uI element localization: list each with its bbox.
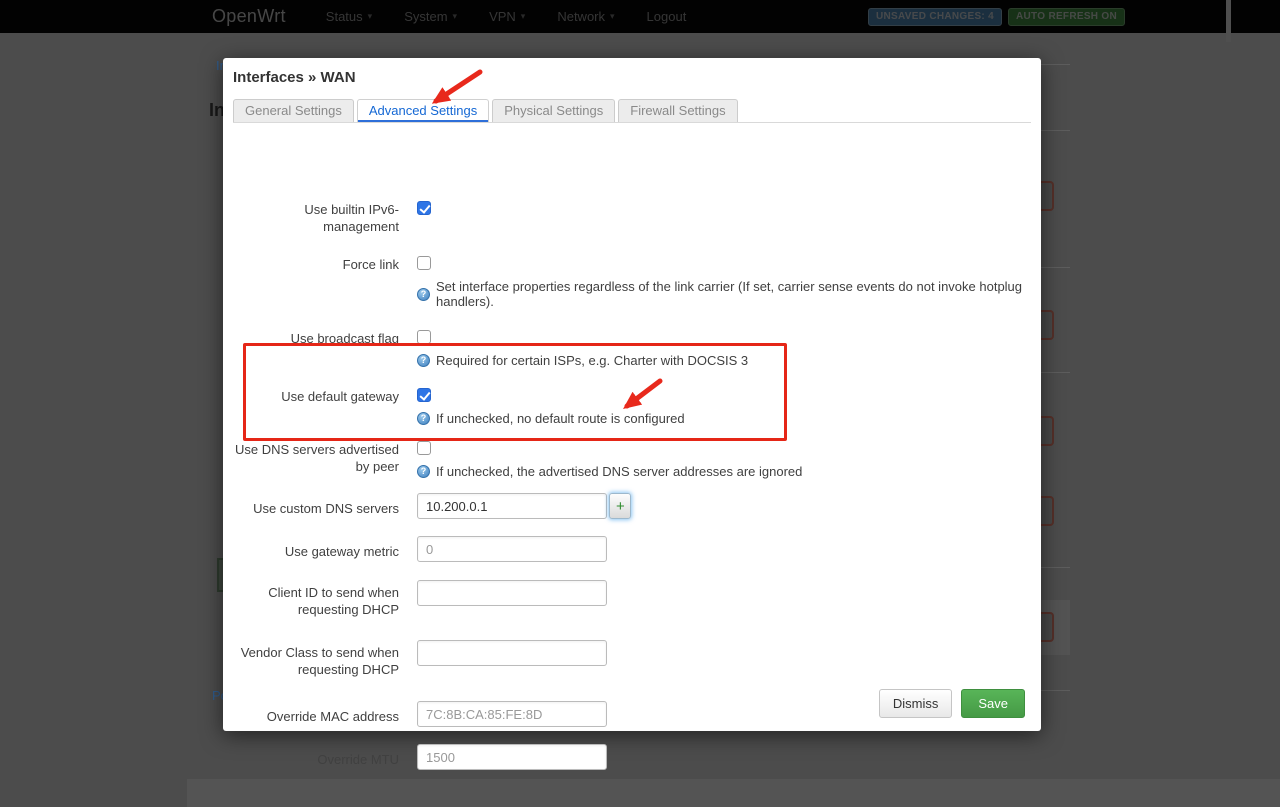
scrollbar[interactable] bbox=[1226, 0, 1231, 42]
help-text: Set interface properties regardless of t… bbox=[436, 279, 1023, 309]
occluded-divider bbox=[1041, 64, 1070, 65]
default-gateway-checkbox[interactable] bbox=[417, 388, 431, 402]
occluded-divider bbox=[1041, 690, 1070, 691]
occluded-divider bbox=[1041, 567, 1070, 568]
help-icon: ? bbox=[417, 354, 430, 367]
field-label: Use broadcast flag bbox=[290, 331, 399, 346]
field-label: Vendor Class to send when requesting DHC… bbox=[240, 645, 399, 677]
form-row: Use default gateway ? If unchecked, no de… bbox=[233, 387, 1031, 426]
force-link-checkbox[interactable] bbox=[417, 256, 431, 270]
add-dns-button[interactable]: + bbox=[609, 493, 631, 519]
field-label: Use DNS servers advertised by peer bbox=[235, 442, 399, 474]
tab-general-settings[interactable]: General Settings bbox=[233, 99, 354, 122]
form-row: Use builtin IPv6-management bbox=[233, 200, 1031, 235]
client-id-input[interactable] bbox=[417, 580, 607, 606]
override-mac-input[interactable] bbox=[417, 701, 607, 727]
field-label: Override MAC address bbox=[266, 709, 399, 724]
occluded-button-fragment bbox=[1041, 181, 1054, 211]
form-row: Use DNS servers advertised by peer ? If u… bbox=[233, 440, 1031, 479]
form-row: Use broadcast flag ? Required for certain… bbox=[233, 329, 1031, 368]
dialog-title: Interfaces » WAN bbox=[233, 69, 356, 86]
broadcast-flag-checkbox[interactable] bbox=[417, 330, 431, 344]
occluded-divider bbox=[1041, 267, 1070, 268]
field-label: Client ID to send when requesting DHCP bbox=[268, 585, 399, 617]
occluded-button-fragment bbox=[1041, 310, 1054, 340]
vendor-class-input[interactable] bbox=[417, 640, 607, 666]
occluded-button-fragment bbox=[1041, 496, 1054, 526]
gateway-metric-input[interactable] bbox=[417, 536, 607, 562]
interfaces-wan-dialog: Interfaces » WAN General Settings Advanc… bbox=[223, 58, 1041, 770]
occluded-divider bbox=[1041, 372, 1070, 373]
help-text: If unchecked, the advertised DNS server … bbox=[436, 464, 803, 479]
form-row: Client ID to send when requesting DHCP bbox=[233, 580, 1031, 618]
tab-physical-settings[interactable]: Physical Settings bbox=[492, 99, 616, 122]
dns-advertised-checkbox[interactable] bbox=[417, 441, 431, 455]
occluded-divider bbox=[1041, 130, 1070, 131]
help-icon: ? bbox=[417, 465, 430, 478]
form-row: Force link ? Set interface properties reg… bbox=[233, 255, 1031, 309]
save-button[interactable]: Save bbox=[961, 689, 1025, 718]
dismiss-button[interactable]: Dismiss bbox=[878, 689, 953, 718]
settings-tab-bar: General Settings Advanced Settings Physi… bbox=[233, 99, 1031, 123]
help-text: Required for certain ISPs, e.g. Charter … bbox=[436, 353, 749, 368]
help-icon: ? bbox=[417, 412, 430, 425]
builtin-ipv6-checkbox[interactable] bbox=[417, 201, 431, 215]
tab-advanced-settings[interactable]: Advanced Settings bbox=[356, 99, 490, 122]
occluded-footer-strip bbox=[187, 779, 1280, 807]
field-label: Use gateway metric bbox=[284, 544, 399, 559]
override-mtu-input[interactable] bbox=[417, 744, 607, 770]
form-row: Override MTU bbox=[233, 744, 1031, 770]
tab-firewall-settings[interactable]: Firewall Settings bbox=[618, 99, 738, 122]
field-label: Use builtin IPv6-management bbox=[304, 202, 399, 234]
occluded-button-fragment bbox=[1041, 612, 1054, 642]
field-label: Force link bbox=[342, 257, 399, 272]
custom-dns-input[interactable] bbox=[417, 493, 607, 519]
help-text: If unchecked, no default route is config… bbox=[436, 411, 685, 426]
occluded-button-fragment bbox=[1041, 416, 1054, 446]
advanced-settings-form: Use builtin IPv6-management Force link ?… bbox=[233, 180, 1031, 770]
form-row: Vendor Class to send when requesting DHC… bbox=[233, 640, 1031, 678]
form-row: Use custom DNS servers + bbox=[233, 493, 1031, 519]
form-row: Use gateway metric bbox=[233, 536, 1031, 562]
field-label: Override MTU bbox=[317, 752, 399, 767]
help-icon: ? bbox=[417, 287, 430, 301]
field-label: Use default gateway bbox=[281, 389, 399, 404]
field-label: Use custom DNS servers bbox=[253, 501, 399, 516]
